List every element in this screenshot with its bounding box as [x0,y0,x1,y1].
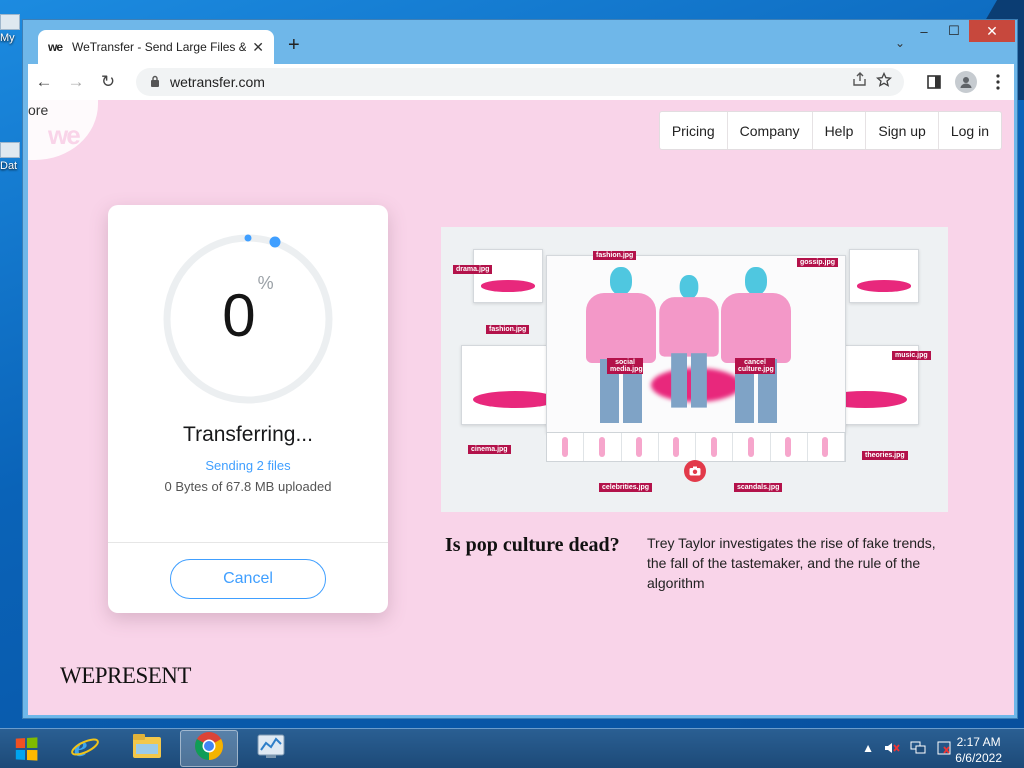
nav-log-in[interactable]: Log in [939,112,1001,149]
image-tag: cancel culture.jpg [735,358,775,374]
image-tag: gossip.jpg [797,258,838,267]
share-icon[interactable] [852,72,868,91]
upload-progress-text: 0 Bytes of 67.8 MB uploaded [164,479,332,494]
maximize-button[interactable]: ☐ [939,20,969,42]
forward-button[interactable]: → [60,66,92,98]
system-clock[interactable]: 2:17 AM 6/6/2022 [955,734,1002,766]
progress-ring: 0% [162,233,334,405]
internet-explorer-icon: e [69,730,101,767]
browser-tab[interactable]: we WeTransfer - Send Large Files & ✕ [38,30,274,64]
wepresent-logo[interactable]: WEPRESENT [60,663,191,689]
transfer-panel: 0% Transferring... Sending 2 files 0 Byt… [108,205,388,613]
figure [586,267,656,427]
show-hidden-icons[interactable]: ▲ [862,741,874,758]
tab-search-icon[interactable]: ⌄ [895,36,905,50]
mini-screen [849,249,919,303]
image-tag: fashion.jpg [486,325,530,334]
image-tag: theories.jpg [862,451,908,460]
percent-sign: % [257,273,274,293]
lock-icon[interactable] [150,75,160,90]
nav-help[interactable]: Help [813,112,867,149]
logo-text: we [48,120,81,150]
image-tag: drama.jpg [453,265,493,274]
image-tag: music.jpg [892,351,931,360]
reload-button[interactable]: ↻ [92,66,124,98]
partial-text: ore [28,102,49,118]
ad-image[interactable]: drama.jpg fashion.jpg cinema.jpg gossip.… [441,227,948,512]
action-center-icon[interactable] [936,741,952,758]
windows-logo-icon [15,737,38,761]
chrome-icon [194,731,224,766]
desktop-icon-data[interactable]: Dat [0,142,24,172]
taskbar-control-panel[interactable] [242,730,300,767]
network-icon[interactable] [910,741,926,758]
close-window-button[interactable]: ✕ [969,20,1015,42]
menu-icon[interactable] [982,66,1014,98]
system-tray: ▲ [862,741,952,758]
minimize-button[interactable]: – [909,20,939,42]
image-tag: social media.jpg [607,358,643,374]
nav-pricing[interactable]: Pricing [660,112,728,149]
nav-company[interactable]: Company [728,112,813,149]
image-tag: fashion.jpg [593,251,637,260]
taskbar-chrome[interactable] [180,730,238,767]
nav-sign-up[interactable]: Sign up [866,112,939,149]
mini-screen [473,249,543,303]
start-button[interactable] [8,733,44,765]
close-tab-icon[interactable]: ✕ [252,39,264,56]
clock-time: 2:17 AM [956,735,1001,749]
taskbar: e ▲ 2:17 AM 6/6/2022 [0,728,1024,768]
cancel-button[interactable]: Cancel [170,559,326,599]
image-tag: scandals.jpg [734,483,783,492]
volume-muted-icon[interactable] [884,741,900,758]
new-tab-button[interactable]: + [288,34,300,57]
url-text: wetransfer.com [170,74,265,90]
desktop-icon-label: My [0,32,15,44]
filmstrip [546,432,846,462]
ad-description: Trey Taylor investigates the rise of fak… [647,535,936,591]
web-page: we ore Pricing Company Help Sign up Log … [28,100,1014,715]
back-button[interactable]: ← [28,66,60,98]
wetransfer-favicon: we [48,40,63,54]
browser-window: – ☐ ✕ we WeTransfer - Send Large Files &… [22,19,1018,719]
address-bar[interactable]: wetransfer.com [136,68,904,96]
top-navigation: Pricing Company Help Sign up Log in [658,111,1002,150]
file-explorer-icon [131,732,163,765]
desktop-icon-label: Dat [0,160,18,172]
taskbar-file-explorer[interactable] [118,730,176,767]
tab-title: WeTransfer - Send Large Files & [72,40,247,54]
browser-toolbar: ← → ↻ wetransfer.com [28,64,1014,100]
figure [721,267,791,427]
taskbar-internet-explorer[interactable]: e [56,730,114,767]
profile-icon [955,71,977,93]
desktop-icon-computer[interactable]: My [0,14,24,44]
window-controls: – ☐ ✕ [909,20,1015,44]
ad-headline[interactable]: Is pop culture dead? [445,534,620,557]
computer-icon [0,14,20,30]
figure [659,275,719,411]
image-tag: cinema.jpg [468,445,511,454]
sending-files-text: Sending 2 files [205,458,291,473]
divider [108,542,388,543]
transfer-status: Transferring... [183,423,313,446]
clock-date: 6/6/2022 [955,751,1002,765]
star-icon[interactable] [875,71,893,91]
camera-icon [684,460,706,482]
progress-percent: 0% [162,273,334,350]
side-panel-icon[interactable] [918,66,950,98]
profile-button[interactable] [950,66,982,98]
file-icon [0,142,20,158]
control-panel-icon [256,732,286,765]
image-tag: celebrities.jpg [599,483,653,492]
percent-value: 0 [222,282,256,349]
